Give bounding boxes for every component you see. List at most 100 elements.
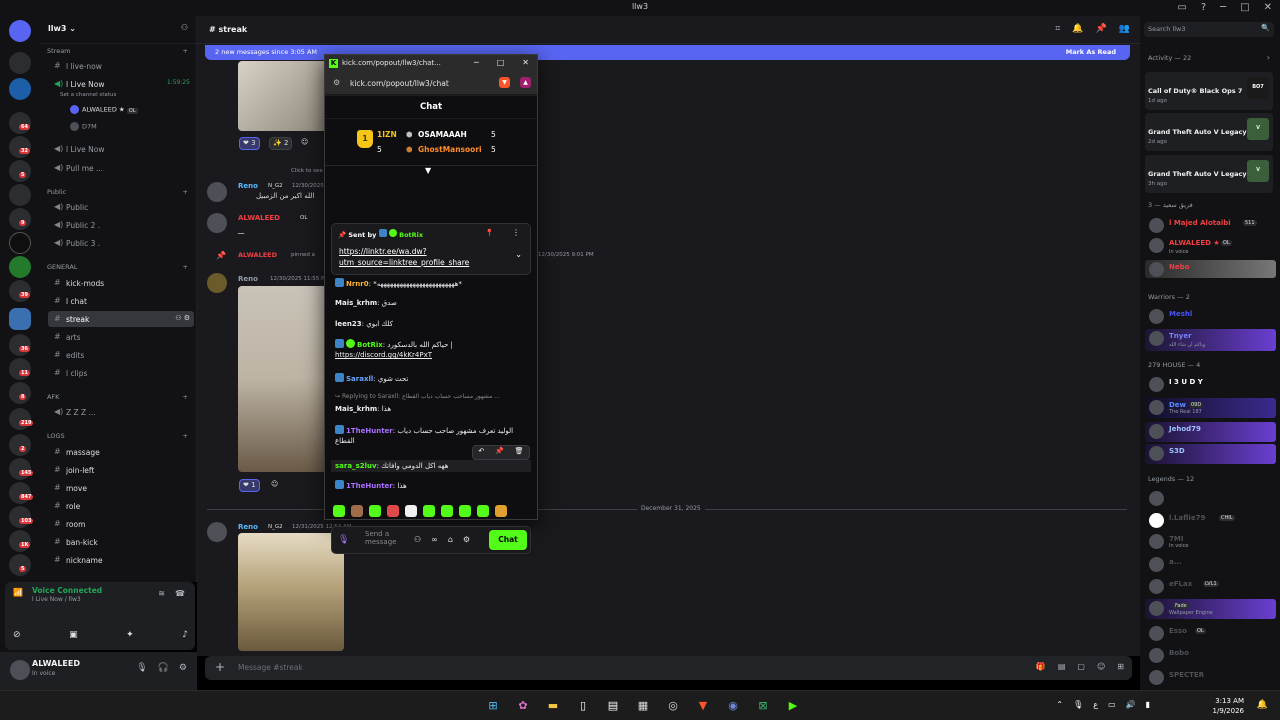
chat-message[interactable]: Saraxll: تحت شوي: [335, 373, 530, 384]
voice-channel-live-now[interactable]: ◀) l Live Now 1:59:25: [48, 76, 194, 92]
channel-massage[interactable]: # massage: [48, 444, 194, 460]
discord-link[interactable]: https://discord.gg/4kKr4PxT: [335, 351, 432, 359]
server-icon[interactable]: 9: [9, 208, 31, 230]
voice-status[interactable]: Voice Connected: [32, 586, 102, 595]
channel-status-hint[interactable]: Set a channel status: [60, 92, 116, 98]
chat-message[interactable]: BotRix: حياكم الله بالدسكورد | https://di…: [335, 339, 530, 360]
server-icon[interactable]: 32: [9, 136, 31, 158]
emoji-icon[interactable]: ☺: [1097, 662, 1105, 671]
add-channel-icon[interactable]: +: [183, 393, 188, 401]
avatar[interactable]: [10, 660, 30, 680]
voice-channel[interactable]: ◀) Public: [48, 199, 194, 215]
avatar[interactable]: [207, 522, 227, 542]
server-icon[interactable]: [9, 78, 31, 100]
add-channel-icon[interactable]: +: [183, 188, 188, 196]
emote-icon[interactable]: [423, 505, 435, 517]
copilot-icon[interactable]: ✿: [514, 697, 532, 715]
screen-share-icon[interactable]: ▣: [69, 630, 78, 640]
mark-as-read-button[interactable]: Mark As Read: [1066, 48, 1116, 56]
disconnect-icon[interactable]: ☎: [175, 589, 185, 598]
member-item[interactable]: a...: [1145, 555, 1276, 573]
minimize-icon[interactable]: ─: [1220, 2, 1226, 13]
avatar[interactable]: [207, 213, 227, 233]
emote-icon[interactable]: [441, 505, 453, 517]
emote-icon[interactable]: [387, 505, 399, 517]
pinned-link[interactable]: https://linktr.ee/wa.dw?utm_source=linkt…: [339, 246, 509, 268]
emote-icon[interactable]: [495, 505, 507, 517]
tray-chevron-icon[interactable]: ⌃: [1056, 700, 1063, 709]
activity-card[interactable]: Grand Theft Auto V Legacy 2d ago V: [1145, 113, 1273, 151]
gift-icon[interactable]: 🎁: [1036, 662, 1046, 671]
channel-chat[interactable]: # l chat: [48, 293, 194, 309]
network-icon[interactable]: ▭: [1108, 700, 1116, 709]
unpin-icon[interactable]: 📍: [485, 229, 494, 237]
voice-channel[interactable]: ◀) l Live Now: [48, 141, 194, 157]
notification-bell-icon[interactable]: 🔔: [1257, 700, 1268, 710]
member-item[interactable]: SPECTER: [1145, 668, 1276, 686]
chevron-down-icon[interactable]: ⌄: [515, 250, 522, 259]
message-author[interactable]: ALWALEED: [238, 214, 280, 222]
channel-kick-mods[interactable]: # kick-mods: [48, 275, 194, 291]
server-icon[interactable]: 64: [9, 112, 31, 134]
member-item[interactable]: Esso OL: [1145, 624, 1276, 642]
delete-icon[interactable]: 🗑: [515, 447, 524, 459]
server-header[interactable]: llw3 ⌄ ⚇: [40, 16, 196, 44]
gif-icon[interactable]: ▤: [1058, 662, 1066, 671]
more-options-icon[interactable]: ⋮: [512, 228, 520, 237]
pinned-message[interactable]: 📌 Sent by BotRix 📍 ⋮ https://linktr.ee/w…: [331, 223, 531, 275]
store-icon[interactable]: ⌂: [448, 535, 453, 544]
mic-tray-icon[interactable]: 🎙: [1073, 700, 1083, 709]
avatar[interactable]: [207, 273, 227, 293]
gear-icon[interactable]: ⚙: [179, 663, 187, 673]
emote-icon[interactable]: [333, 505, 345, 517]
gear-icon[interactable]: ⚙: [463, 535, 470, 544]
reply-preview[interactable]: ↪ Replying to Saraxll: مشهور مساحب حساب …: [335, 392, 530, 402]
server-icon[interactable]: 36: [9, 334, 31, 356]
notepad-icon[interactable]: ▯: [574, 697, 592, 715]
add-reaction-icon[interactable]: ☺: [298, 137, 311, 150]
emote-icon[interactable]: [477, 505, 489, 517]
battery-icon[interactable]: ▮: [1146, 700, 1150, 709]
start-icon[interactable]: ⊞: [484, 697, 502, 715]
store-icon[interactable]: ▤: [604, 697, 622, 715]
member-item[interactable]: Jehod79: [1145, 422, 1276, 442]
channel-nickname[interactable]: # nickname: [48, 552, 194, 568]
chat-message[interactable]: 1TheHunter: هذا: [335, 480, 530, 491]
site-info-icon[interactable]: ⚙: [333, 78, 340, 87]
reaction-heart[interactable]: ❤ 3: [239, 137, 260, 150]
message-author[interactable]: Reno: [238, 523, 258, 531]
chat-message[interactable]: Mais_krhm: صدق: [335, 298, 530, 308]
message-author[interactable]: Reno: [238, 182, 258, 190]
message-author[interactable]: Reno: [238, 275, 258, 283]
obs-icon[interactable]: ◎: [664, 697, 682, 715]
member-item[interactable]: 7MI In voice: [1145, 532, 1276, 550]
channel-role[interactable]: # role: [48, 498, 194, 514]
channel-clips[interactable]: # l clips: [48, 365, 194, 381]
url-text[interactable]: kick.com/popout/llw3/chat: [350, 79, 449, 88]
channel-live-now-text[interactable]: # l live-now: [48, 58, 194, 74]
reaction-heart[interactable]: ❤ 1: [239, 479, 260, 492]
voice-channel[interactable]: ◀) Pull me ...: [48, 160, 194, 176]
minimize-icon[interactable]: ─: [474, 58, 479, 67]
server-icon[interactable]: 145: [9, 458, 34, 480]
voice-channel-afk[interactable]: ◀) Z Z Z ...: [48, 404, 194, 420]
calculator-icon[interactable]: ▦: [634, 697, 652, 715]
language-indicator[interactable]: ع: [1093, 700, 1098, 709]
volume-icon[interactable]: 🔊: [1126, 700, 1136, 709]
chat-message-hovered[interactable]: sara_s2luv: ههه اكل الدومي وافاتك: [331, 460, 531, 472]
add-attachment-icon[interactable]: +: [215, 660, 225, 674]
emote-icon[interactable]: [369, 505, 381, 517]
inbox-icon[interactable]: ▭: [1177, 2, 1186, 13]
bell-icon[interactable]: 🔔: [1072, 24, 1083, 34]
home-icon[interactable]: [9, 20, 31, 42]
microphone-icon[interactable]: 🎙: [136, 663, 147, 673]
emote-icon[interactable]: [405, 505, 417, 517]
server-icon[interactable]: [9, 256, 31, 278]
member-item[interactable]: Fade Wallpaper Engine: [1145, 599, 1276, 619]
server-icon[interactable]: 11: [9, 358, 31, 380]
member-item[interactable]: Meshl: [1145, 307, 1276, 325]
kick-app-icon[interactable]: ▶: [784, 697, 802, 715]
add-channel-icon[interactable]: +: [183, 47, 188, 55]
add-channel-icon[interactable]: +: [183, 263, 188, 271]
add-reaction-icon[interactable]: ☺: [268, 479, 281, 492]
